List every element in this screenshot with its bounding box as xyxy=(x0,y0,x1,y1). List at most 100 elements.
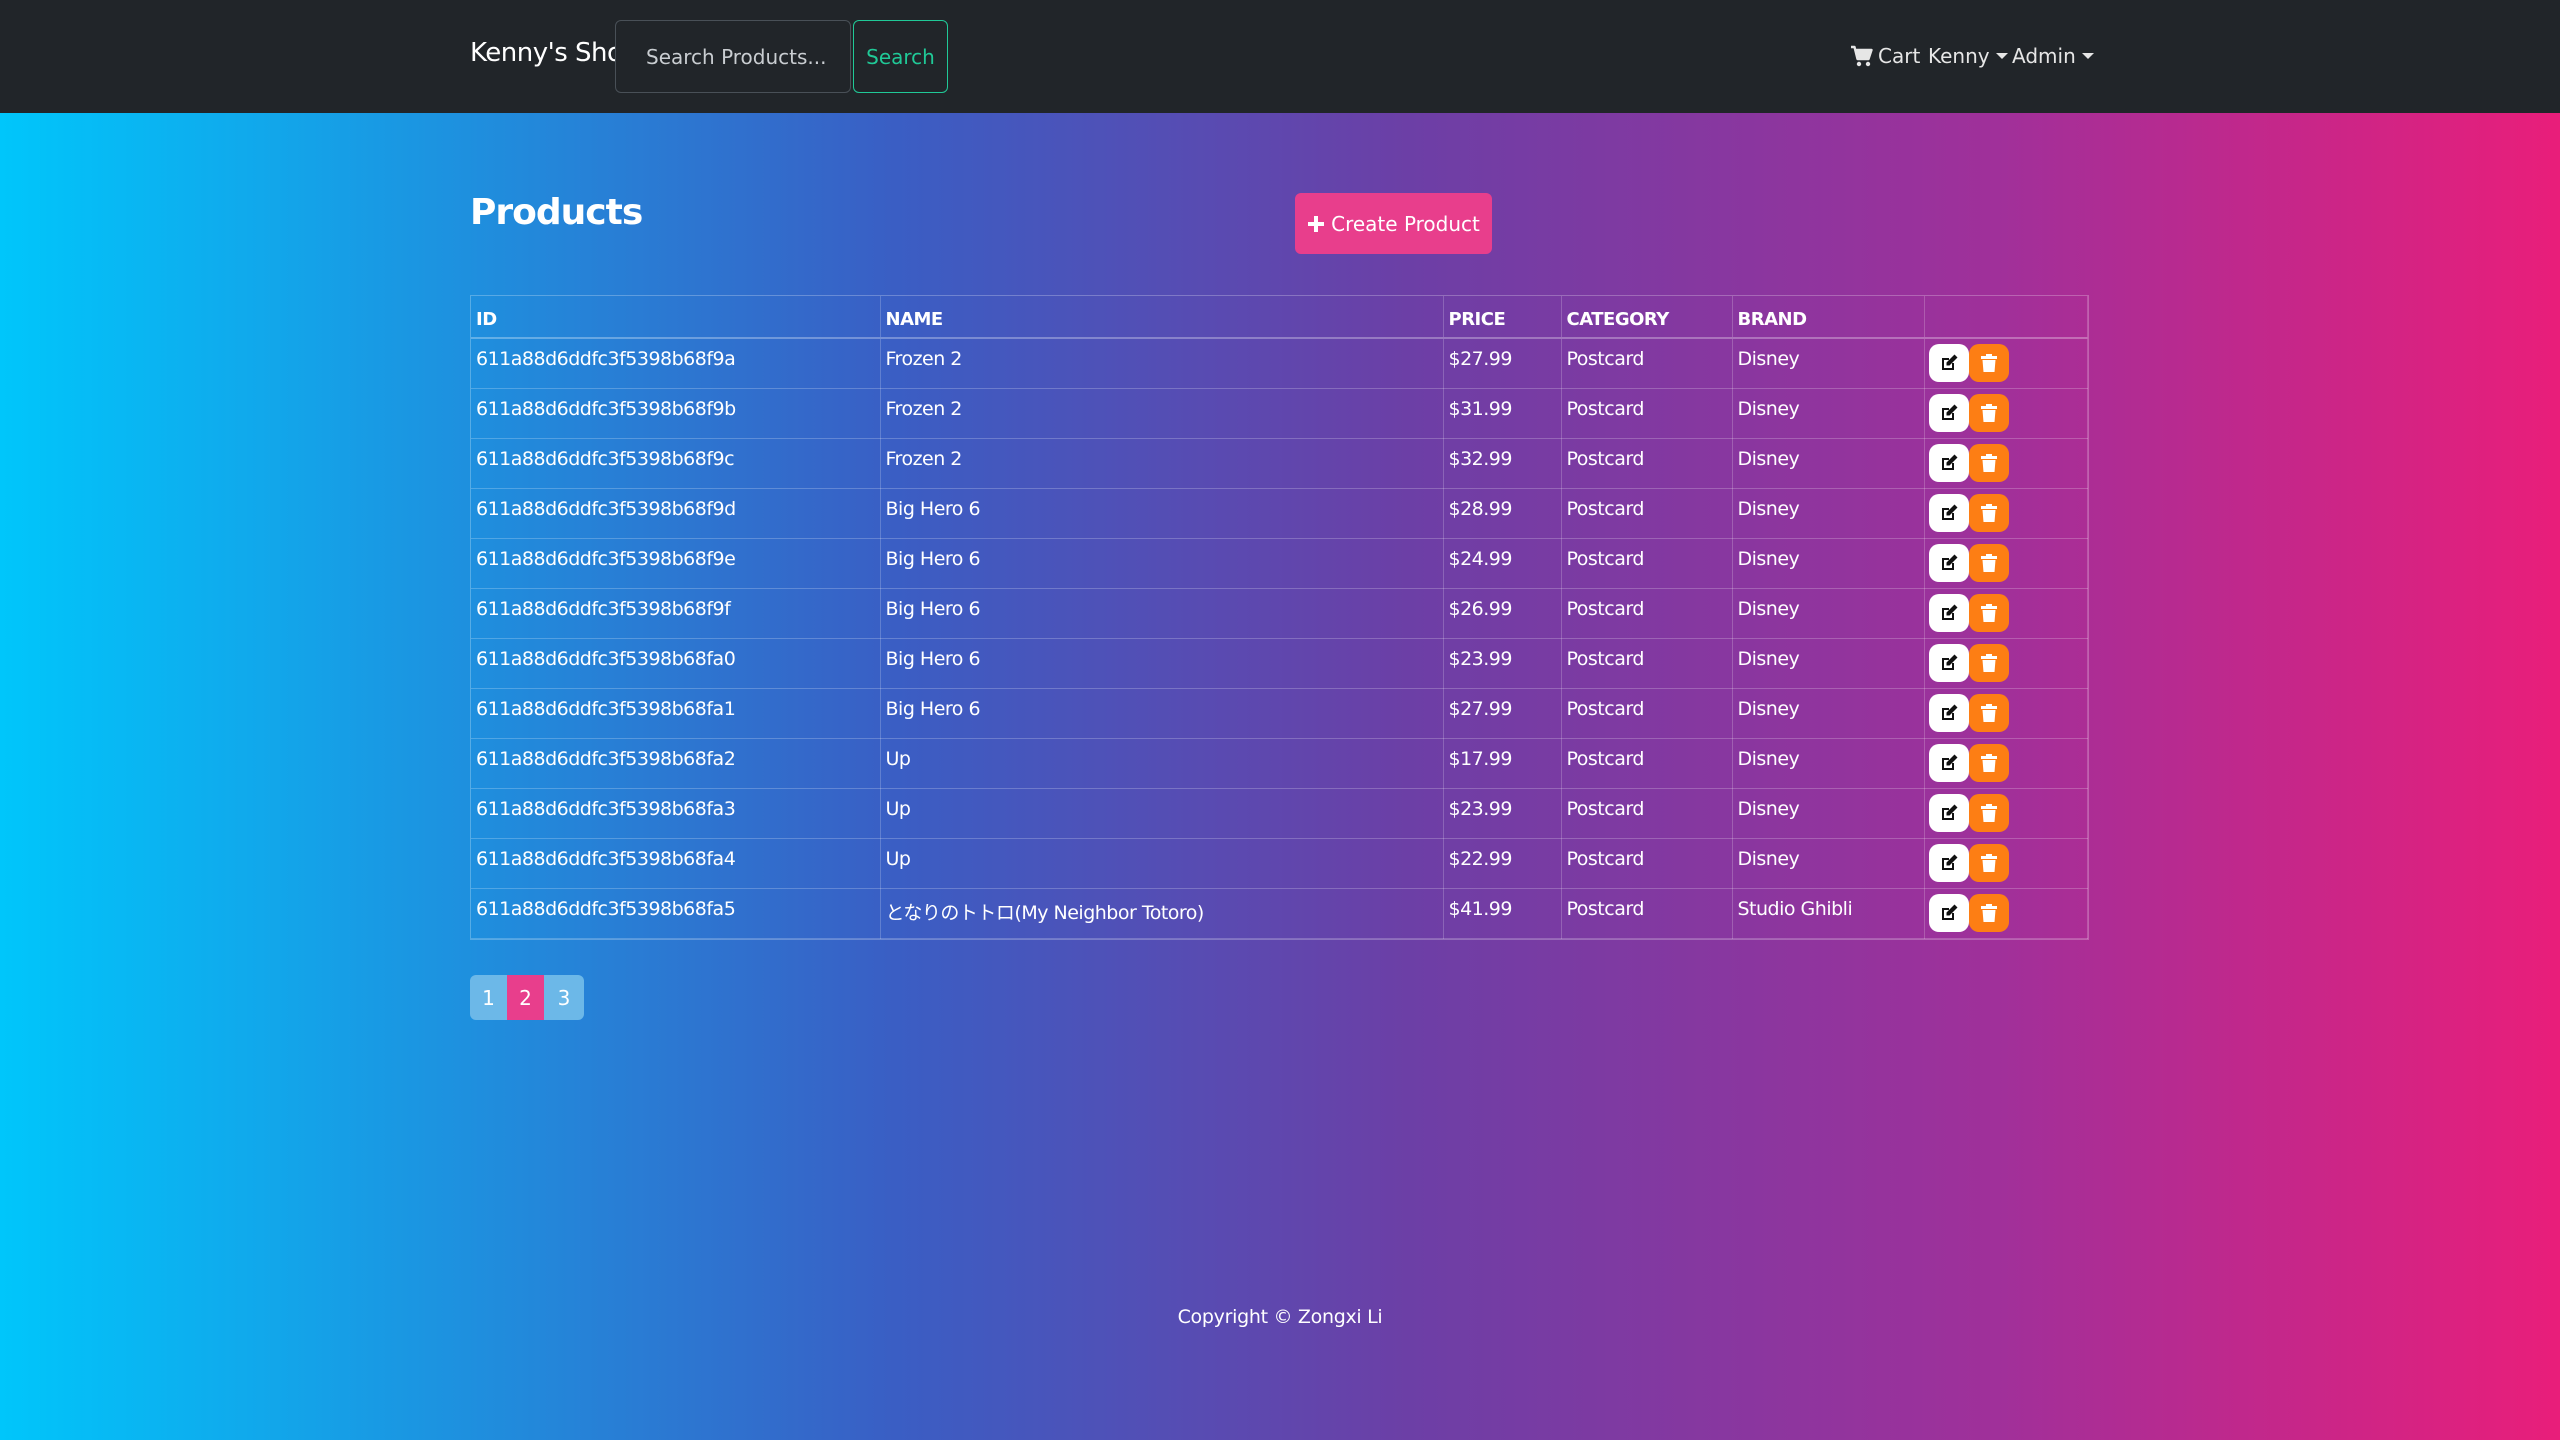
trash-icon xyxy=(1980,853,1997,872)
edit-icon xyxy=(1941,654,1957,670)
header-brand: BRAND xyxy=(1732,296,1925,339)
cell-actions xyxy=(1924,488,2088,539)
edit-icon xyxy=(1941,354,1957,370)
trash-icon xyxy=(1980,553,1997,572)
cell-price: $23.99 xyxy=(1443,638,1562,689)
trash-icon xyxy=(1980,653,1997,672)
cart-label: Cart xyxy=(1878,44,1921,68)
cell-price: $41.99 xyxy=(1443,888,1562,939)
cell-name: Up xyxy=(880,788,1444,839)
edit-button[interactable] xyxy=(1928,643,1969,682)
delete-button[interactable] xyxy=(1968,743,2009,782)
cell-category: Postcard xyxy=(1561,388,1733,439)
edit-button[interactable] xyxy=(1928,693,1969,732)
edit-icon xyxy=(1941,554,1957,570)
delete-button[interactable] xyxy=(1968,793,2009,832)
cell-name: Up xyxy=(880,738,1444,789)
cell-id: 611a88d6ddfc3f5398b68fa4 xyxy=(471,838,881,889)
cell-actions xyxy=(1924,388,2088,439)
chevron-down-icon xyxy=(2081,53,2094,59)
cell-brand: Disney xyxy=(1732,438,1925,489)
delete-button[interactable] xyxy=(1968,493,2009,532)
table-row: 611a88d6ddfc3f5398b68fa0 Big Hero 6 $23.99… xyxy=(471,638,2088,689)
trash-icon xyxy=(1980,403,1997,422)
cell-price: $24.99 xyxy=(1443,538,1562,589)
edit-icon xyxy=(1941,404,1957,420)
cell-id: 611a88d6ddfc3f5398b68f9c xyxy=(471,438,881,489)
edit-icon xyxy=(1941,704,1957,720)
search-button[interactable]: Search xyxy=(853,20,948,93)
cell-id: 611a88d6ddfc3f5398b68fa2 xyxy=(471,738,881,789)
table-row: 611a88d6ddfc3f5398b68f9f Big Hero 6 $26.99… xyxy=(471,588,2088,639)
delete-button[interactable] xyxy=(1968,693,2009,732)
cell-category: Postcard xyxy=(1561,688,1733,739)
cell-price: $26.99 xyxy=(1443,588,1562,639)
cell-id: 611a88d6ddfc3f5398b68fa1 xyxy=(471,688,881,739)
user-dropdown[interactable]: Kenny xyxy=(1928,40,2008,72)
edit-icon xyxy=(1941,604,1957,620)
delete-button[interactable] xyxy=(1968,393,2009,432)
cell-id: 611a88d6ddfc3f5398b68f9e xyxy=(471,538,881,589)
edit-button[interactable] xyxy=(1928,793,1969,832)
edit-button[interactable] xyxy=(1928,543,1969,582)
edit-button[interactable] xyxy=(1928,344,1969,382)
cell-category: Postcard xyxy=(1561,638,1733,689)
cell-name: Big Hero 6 xyxy=(880,588,1444,639)
edit-button[interactable] xyxy=(1928,443,1969,482)
edit-button[interactable] xyxy=(1928,493,1969,532)
edit-button[interactable] xyxy=(1928,843,1969,882)
cell-price: $23.99 xyxy=(1443,788,1562,839)
pagination: 1 2 3 xyxy=(470,975,584,1020)
cell-brand: Disney xyxy=(1732,588,1925,639)
cell-category: Postcard xyxy=(1561,488,1733,539)
admin-dropdown[interactable]: Admin xyxy=(2012,40,2094,72)
cell-price: $27.99 xyxy=(1443,338,1562,389)
cell-price: $28.99 xyxy=(1443,488,1562,539)
delete-button[interactable] xyxy=(1968,593,2009,632)
edit-button[interactable] xyxy=(1928,743,1969,782)
cell-name: となりのトトロ(My Neighbor Totoro) xyxy=(880,888,1444,939)
chevron-down-icon xyxy=(1995,53,2008,59)
cart-link[interactable]: Cart xyxy=(1850,40,1920,72)
edit-icon xyxy=(1941,504,1957,520)
edit-button[interactable] xyxy=(1928,393,1969,432)
trash-icon xyxy=(1980,354,1997,372)
cell-brand: Disney xyxy=(1732,388,1925,439)
cell-category: Postcard xyxy=(1561,738,1733,789)
cell-brand: Disney xyxy=(1732,538,1925,589)
page-link-active[interactable]: 2 xyxy=(507,975,544,1020)
trash-icon xyxy=(1980,703,1997,722)
user-menu-label: Kenny xyxy=(1928,44,1990,68)
edit-button[interactable] xyxy=(1928,893,1969,932)
header-id: ID xyxy=(471,296,881,339)
table-row: 611a88d6ddfc3f5398b68f9e Big Hero 6 $24.99… xyxy=(471,538,2088,589)
cell-name: Frozen 2 xyxy=(880,438,1444,489)
table-row: 611a88d6ddfc3f5398b68f9c Frozen 2 $32.99 Po… xyxy=(471,438,2088,489)
cell-price: $31.99 xyxy=(1443,388,1562,439)
delete-button[interactable] xyxy=(1968,543,2009,582)
brand-link[interactable]: Kenny's Shop xyxy=(470,38,639,68)
edit-icon xyxy=(1941,804,1957,820)
delete-button[interactable] xyxy=(1968,344,2009,382)
table-row: 611a88d6ddfc3f5398b68f9a Frozen 2 $27.99 Po… xyxy=(471,338,2088,389)
page-link[interactable]: 3 xyxy=(544,975,584,1020)
page-link[interactable]: 1 xyxy=(470,975,507,1020)
cell-id: 611a88d6ddfc3f5398b68fa3 xyxy=(471,788,881,839)
delete-button[interactable] xyxy=(1968,893,2009,932)
footer-copyright: Copyright © Zongxi Li xyxy=(1177,1306,1383,1328)
search-input[interactable] xyxy=(615,20,851,93)
delete-button[interactable] xyxy=(1968,443,2009,482)
create-product-button[interactable]: Create Product xyxy=(1295,193,1492,254)
edit-icon xyxy=(1941,454,1957,470)
cell-actions xyxy=(1924,588,2088,639)
cell-id: 611a88d6ddfc3f5398b68f9b xyxy=(471,388,881,439)
delete-button[interactable] xyxy=(1968,843,2009,882)
cell-brand: Disney xyxy=(1732,838,1925,889)
edit-button[interactable] xyxy=(1928,593,1969,632)
cell-actions xyxy=(1924,788,2088,839)
edit-icon xyxy=(1941,904,1957,920)
cell-name: Big Hero 6 xyxy=(880,488,1444,539)
delete-button[interactable] xyxy=(1968,643,2009,682)
cell-category: Postcard xyxy=(1561,888,1733,939)
cell-actions xyxy=(1924,438,2088,489)
